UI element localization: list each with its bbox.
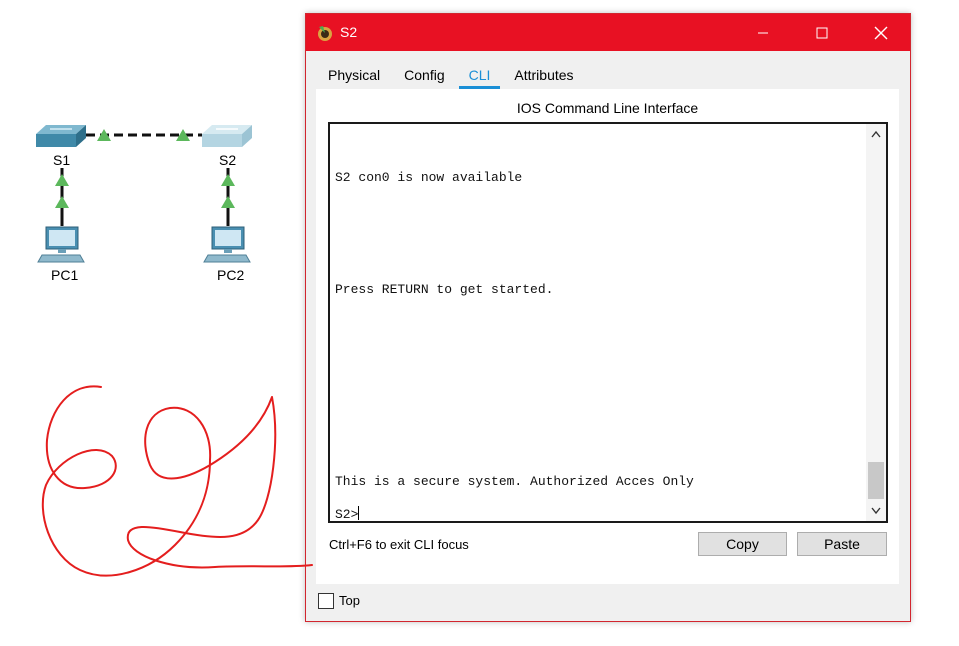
chevron-up-icon (871, 130, 881, 138)
device-label-s2: S2 (219, 152, 237, 168)
device-label-pc2: PC2 (217, 267, 245, 283)
scroll-up-button[interactable] (866, 124, 886, 144)
text-cursor (358, 506, 360, 520)
tab-cli[interactable]: CLI (457, 62, 503, 89)
console-line: This is a secure system. Authorized Acce… (335, 474, 694, 489)
cli-panel: IOS Command Line Interface S2 con0 is no… (316, 89, 899, 584)
chevron-down-icon (871, 507, 881, 515)
link-status-icon (221, 196, 235, 208)
console-line: Press RETURN to get started. (335, 282, 554, 297)
scroll-thumb[interactable] (868, 462, 884, 499)
tab-physical[interactable]: Physical (316, 62, 392, 88)
link-status-icon (221, 174, 235, 186)
minimize-button[interactable] (734, 14, 792, 51)
close-button[interactable] (852, 14, 910, 51)
title-bar[interactable]: S2 (306, 14, 910, 51)
minimize-icon (758, 32, 768, 33)
device-window: S2 Physical Config CLI Attributes IOS Co… (305, 13, 911, 622)
panel-title: IOS Command Line Interface (516, 100, 699, 116)
paste-button[interactable]: Paste (797, 532, 887, 556)
tab-config[interactable]: Config (392, 62, 456, 88)
switch-icon[interactable] (36, 125, 86, 147)
link-status-icon (55, 174, 69, 186)
tab-attributes[interactable]: Attributes (502, 62, 585, 88)
tab-bar: Physical Config CLI Attributes (316, 62, 586, 89)
console-output[interactable]: S2 con0 is now available Press RETURN to… (335, 124, 863, 522)
console-scrollbar[interactable] (866, 124, 886, 521)
cli-focus-hint: Ctrl+F6 to exit CLI focus (329, 537, 469, 552)
packet-tracer-icon (318, 26, 332, 41)
link-status-icon (55, 196, 69, 208)
pc-icon[interactable] (203, 226, 251, 263)
cli-console[interactable]: S2 con0 is now available Press RETURN to… (328, 122, 888, 523)
device-label-pc1: PC1 (51, 267, 79, 283)
top-checkbox[interactable] (318, 593, 334, 609)
pc-icon[interactable] (37, 226, 85, 263)
maximize-button[interactable] (793, 14, 851, 51)
scroll-down-button[interactable] (866, 501, 886, 521)
console-prompt: S2> (335, 507, 359, 522)
window-title: S2 (340, 24, 358, 40)
console-prompt-line[interactable]: S2> (335, 506, 360, 522)
maximize-icon (816, 27, 828, 38)
switch-icon[interactable] (202, 125, 252, 147)
console-line: S2 con0 is now available (335, 170, 523, 185)
device-label-s1: S1 (53, 152, 71, 168)
top-checkbox-label: Top (339, 593, 360, 608)
copy-button[interactable]: Copy (698, 532, 787, 556)
close-icon (874, 26, 888, 39)
